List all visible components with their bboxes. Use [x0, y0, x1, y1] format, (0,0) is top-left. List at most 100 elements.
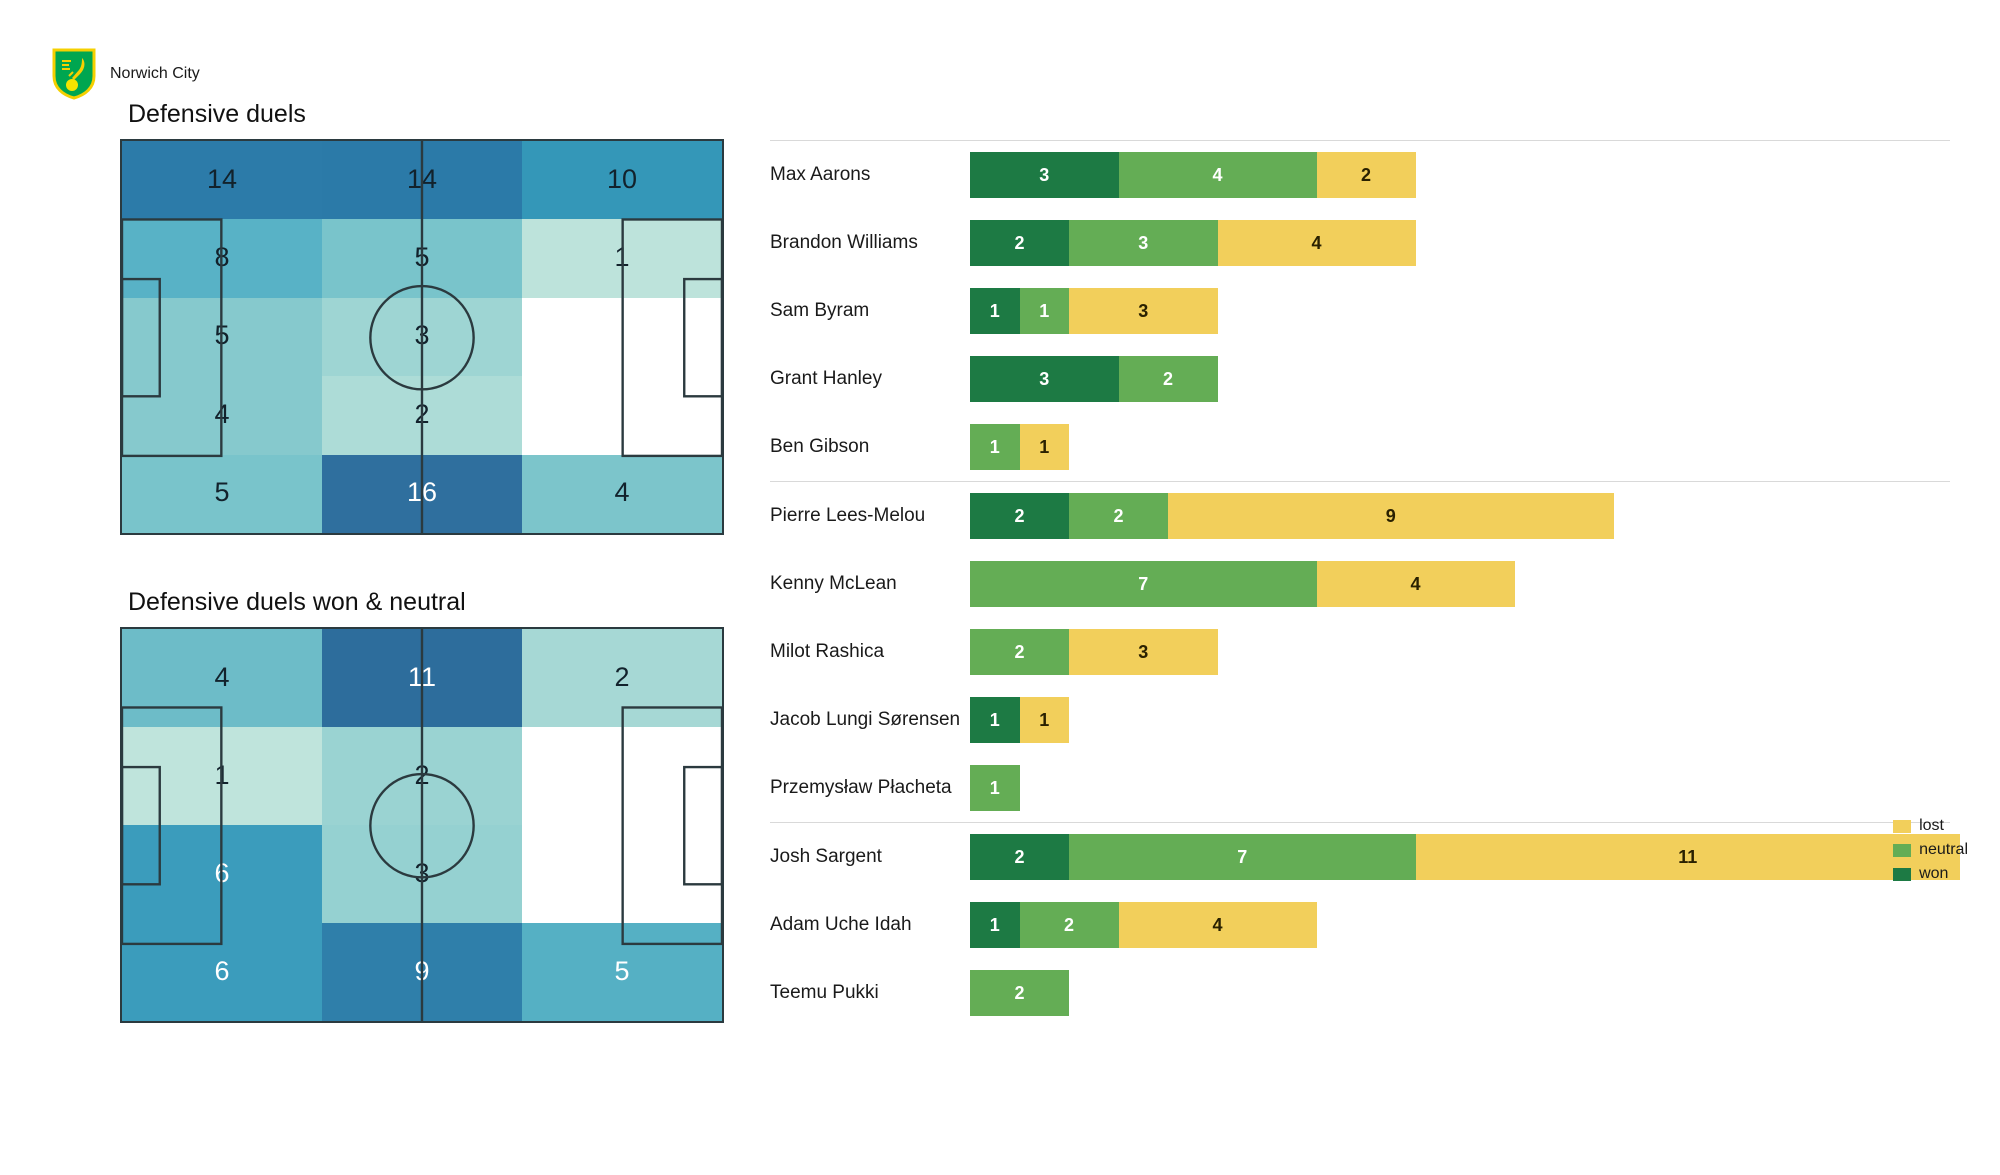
heatmap-cell-value: 4 — [214, 661, 230, 692]
heatmap-cell-value: 5 — [614, 955, 630, 986]
bar-segment-lost[interactable]: 9 — [1168, 493, 1614, 539]
bar-row[interactable]: Pierre Lees-Melou 2 2 9 — [770, 482, 1950, 550]
bar-segment-won[interactable]: 1 — [970, 288, 1020, 334]
heatmap-cell: 5 — [122, 297, 322, 377]
bar-segment-lost[interactable]: 3 — [1069, 629, 1218, 675]
bar-row[interactable]: Adam Uche Idah 1 2 4 — [770, 891, 1950, 959]
bar-segment-lost[interactable]: 4 — [1217, 220, 1416, 266]
bar-segment-neutral[interactable]: 2 — [970, 970, 1069, 1016]
bar-segment-won[interactable]: 3 — [970, 356, 1119, 402]
bar-segment-won[interactable]: 1 — [970, 902, 1020, 948]
heatmap-cell-value: 4 — [214, 398, 230, 429]
bar-row[interactable]: Max Aarons 3 4 2 — [770, 141, 1950, 209]
bar-segment-neutral[interactable]: 1 — [970, 765, 1020, 811]
bar-row[interactable]: Przemysław Płacheta 1 — [770, 754, 1950, 822]
bar-row[interactable]: Josh Sargent 2 7 11 — [770, 823, 1960, 891]
heatmap-cell-value: 1 — [214, 759, 230, 790]
bar-segment-lost[interactable]: 3 — [1069, 288, 1218, 334]
bar-row[interactable]: Grant Hanley 3 2 — [770, 345, 1950, 413]
bar-segment-neutral[interactable]: 2 — [1118, 356, 1218, 402]
stacked-bar: 2 — [970, 970, 1950, 1016]
player-name: Grant Hanley — [770, 368, 882, 389]
player-name: Josh Sargent — [770, 846, 882, 867]
heatmap-cell: 14 — [122, 141, 322, 220]
pitch-defensive-duels-won-neutral: 4 11 2 1 2 6 3 6 9 5 — [120, 627, 724, 1023]
heatmap-cell-value: 6 — [214, 857, 230, 888]
bar-segment-neutral[interactable]: 7 — [1069, 834, 1416, 880]
legend-item-won: won — [1893, 865, 1948, 883]
heatmap-cell-value: 8 — [214, 242, 230, 273]
heatmap-cell-value: 16 — [406, 477, 438, 508]
bar-segment-lost[interactable]: 1 — [1019, 697, 1069, 743]
heatmap-cell-value: 2 — [414, 759, 430, 790]
bar-row[interactable]: Brandon Williams 2 3 4 — [770, 209, 1950, 277]
heatmap-cell-value: 5 — [214, 477, 230, 508]
heatmap-cell-value: 11 — [407, 661, 437, 692]
bar-group-defenders: Max Aarons 3 4 2 Brandon Williams 2 3 4 Sam Byra… — [770, 140, 1950, 481]
bar-segment-won[interactable]: 2 — [970, 493, 1069, 539]
norwich-city-crest-icon — [52, 48, 96, 100]
bar-segment-won[interactable]: 3 — [970, 152, 1119, 198]
bar-segment-lost[interactable]: 11 — [1415, 834, 1960, 880]
bar-segment-lost[interactable]: 2 — [1316, 152, 1416, 198]
heatmap-cell: 2 — [522, 629, 722, 727]
bar-row[interactable]: Milot Rashica 2 3 — [770, 618, 1950, 686]
heatmap-cell: 4 — [522, 454, 722, 533]
player-name: Milot Rashica — [770, 641, 885, 662]
bar-segment-lost[interactable]: 4 — [1118, 902, 1317, 948]
bar-row[interactable]: Sam Byram 1 1 3 — [770, 277, 1950, 345]
heatmap-cell-value: 14 — [206, 163, 238, 194]
legend-swatch-lost-icon — [1893, 819, 1912, 833]
heatmap-cell-value: 3 — [414, 320, 430, 351]
chart-legend: lost neutral won — [1893, 817, 1968, 883]
heatmap-cell-value: 1 — [614, 242, 630, 273]
stacked-bar: 32 — [970, 356, 1950, 402]
heatmap-cell — [522, 376, 722, 455]
player-name: Kenny McLean — [770, 573, 897, 594]
bar-segment-lost[interactable]: 1 — [1019, 424, 1069, 470]
heatmap-cell — [522, 297, 722, 377]
heatmap-cell: 5 — [522, 923, 722, 1021]
heatmap-cell-value: 5 — [214, 320, 230, 351]
heatmap-cell: 1 — [522, 219, 722, 298]
heatmap-cell: 3 — [322, 297, 522, 377]
legend-label-neutral: neutral — [1919, 841, 1968, 858]
legend-label-lost: lost — [1919, 817, 1944, 834]
bar-segment-neutral[interactable]: 4 — [1118, 152, 1317, 198]
pitch-block-defensive-duels-won-neutral: Defensive duels won & neutral 4 11 2 1 2 6 3 6 9… — [120, 588, 724, 1023]
bar-segment-won[interactable]: 1 — [970, 697, 1020, 743]
bar-segment-won[interactable]: 2 — [970, 834, 1069, 880]
bar-row[interactable]: Jacob Lungi Sørensen 1 1 — [770, 686, 1950, 754]
heatmap-cell-value: 2 — [614, 661, 630, 692]
heatmap-grid: 14 14 10 8 5 1 5 3 4 2 5 16 4 — [122, 141, 722, 533]
bar-row[interactable]: Kenny McLean 7 4 — [770, 550, 1950, 618]
bar-segment-lost[interactable]: 4 — [1316, 561, 1515, 607]
player-name: Adam Uche Idah — [770, 914, 912, 935]
stacked-bar: 342 — [970, 152, 1950, 198]
heatmap-cell: 6 — [122, 923, 322, 1021]
heatmap-grid: 4 11 2 1 2 6 3 6 9 5 — [122, 629, 722, 1021]
heatmap-cell: 5 — [322, 219, 522, 298]
heatmap-cell — [522, 825, 722, 923]
heatmap-cell: 2 — [322, 727, 522, 825]
bar-segment-neutral[interactable]: 2 — [1019, 902, 1119, 948]
bar-row[interactable]: Teemu Pukki 2 — [770, 959, 1950, 1027]
player-name: Przemysław Płacheta — [770, 777, 952, 798]
legend-item-lost: lost — [1893, 817, 1944, 835]
bar-row[interactable]: Ben Gibson 1 1 — [770, 413, 1950, 481]
player-name: Ben Gibson — [770, 436, 870, 457]
bar-segment-neutral[interactable]: 1 — [970, 424, 1020, 470]
bar-segment-neutral[interactable]: 2 — [970, 629, 1069, 675]
bar-segment-won[interactable]: 2 — [970, 220, 1069, 266]
bar-segment-neutral[interactable]: 7 — [970, 561, 1317, 607]
bar-segment-neutral[interactable]: 1 — [1019, 288, 1069, 334]
heatmap-cell: 4 — [122, 376, 322, 455]
heatmap-cell: 2 — [322, 376, 522, 455]
player-name: Max Aarons — [770, 164, 871, 185]
legend-label-won: won — [1919, 865, 1949, 882]
legend-swatch-won-icon — [1893, 867, 1912, 881]
pitch-block-defensive-duels: Defensive duels 14 14 10 8 5 1 5 3 4 2 5 16 4 — [120, 100, 724, 535]
bar-segment-neutral[interactable]: 3 — [1069, 220, 1218, 266]
bar-segment-neutral[interactable]: 2 — [1069, 493, 1168, 539]
pitch-title: Defensive duels won & neutral — [128, 588, 466, 616]
